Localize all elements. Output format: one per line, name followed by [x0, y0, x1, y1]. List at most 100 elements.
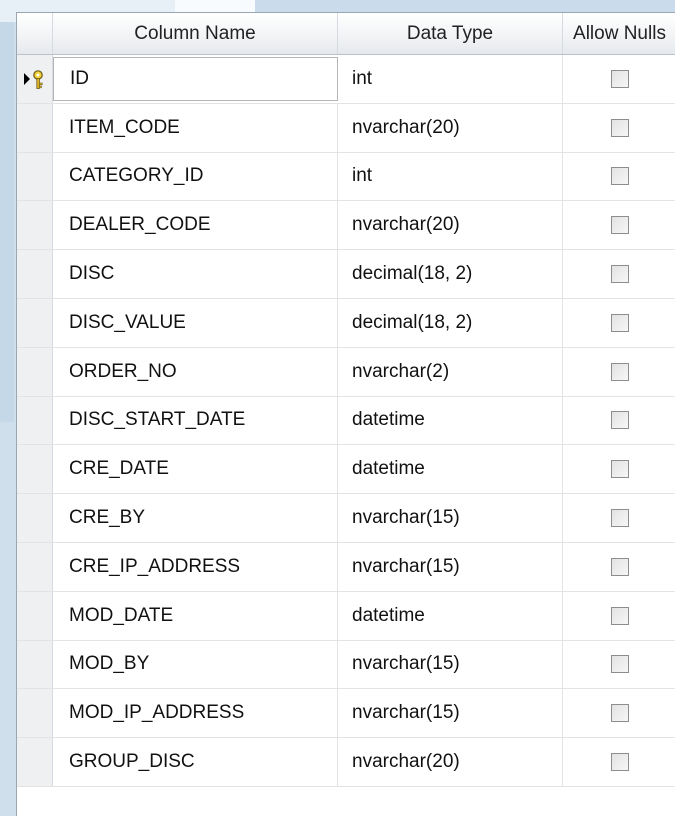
row-selector[interactable]	[17, 542, 53, 591]
allow-nulls-header[interactable]: Allow Nulls	[563, 13, 675, 54]
table-row[interactable]: DEALER_CODE nvarchar(20)	[17, 201, 675, 251]
data-type-cell[interactable]: nvarchar(2)	[338, 347, 563, 396]
table-row[interactable]: MOD_BY nvarchar(15)	[17, 640, 675, 690]
row-selector[interactable]	[17, 250, 53, 298]
column-name-cell[interactable]: ORDER_NO	[53, 347, 338, 396]
data-type-cell[interactable]: datetime	[338, 445, 563, 494]
column-name-cell[interactable]: ID	[53, 57, 338, 101]
row-selector-header[interactable]	[17, 13, 53, 54]
allow-nulls-cell	[563, 445, 675, 493]
column-name-cell[interactable]: MOD_DATE	[53, 591, 338, 640]
allow-nulls-cell	[563, 494, 675, 542]
allow-nulls-cell	[563, 201, 675, 249]
table-row[interactable]: DISC_VALUE decimal(18, 2)	[17, 298, 675, 348]
allow-nulls-checkbox[interactable]	[610, 265, 629, 284]
background-panel	[0, 22, 14, 422]
column-name-cell[interactable]: MOD_BY	[53, 640, 338, 689]
allow-nulls-checkbox[interactable]	[610, 460, 629, 479]
row-selector[interactable]	[17, 396, 53, 445]
allow-nulls-checkbox[interactable]	[610, 753, 629, 772]
data-type-cell[interactable]: nvarchar(20)	[338, 103, 563, 152]
column-name-cell[interactable]: DISC_START_DATE	[53, 396, 338, 445]
table-row[interactable]: MOD_IP_ADDRESS nvarchar(15)	[17, 689, 675, 739]
column-name-cell[interactable]: CATEGORY_ID	[53, 152, 338, 201]
table-row[interactable]: ORDER_NO nvarchar(2)	[17, 347, 675, 397]
table-row[interactable]: DISC decimal(18, 2)	[17, 250, 675, 299]
allow-nulls-checkbox[interactable]	[610, 118, 629, 137]
data-type-cell[interactable]: nvarchar(20)	[338, 201, 563, 250]
data-type-cell[interactable]: nvarchar(15)	[338, 640, 563, 689]
allow-nulls-checkbox[interactable]	[610, 69, 629, 88]
table-row[interactable]: CRE_DATE datetime	[17, 445, 675, 495]
column-name-cell[interactable]: MOD_IP_ADDRESS	[53, 689, 338, 738]
data-type-cell[interactable]: nvarchar(15)	[338, 542, 563, 591]
row-selector[interactable]	[17, 445, 53, 494]
data-type-header[interactable]: Data Type	[338, 13, 563, 54]
column-name-cell[interactable]: DISC	[53, 250, 338, 298]
primary-key-icon	[23, 68, 47, 90]
table-row[interactable]: CATEGORY_ID int	[17, 152, 675, 202]
allow-nulls-cell	[563, 55, 675, 103]
allow-nulls-cell	[563, 738, 675, 786]
column-name-cell[interactable]: DEALER_CODE	[53, 201, 338, 250]
table-row[interactable]: DISC_START_DATE datetime	[17, 396, 675, 446]
allow-nulls-checkbox[interactable]	[610, 167, 629, 186]
allow-nulls-checkbox[interactable]	[610, 606, 629, 625]
column-name-cell[interactable]: ITEM_CODE	[53, 103, 338, 152]
row-selector[interactable]	[17, 201, 53, 250]
row-selector[interactable]	[17, 494, 53, 542]
allow-nulls-cell	[563, 299, 675, 347]
column-name-cell[interactable]: GROUP_DISC	[53, 738, 338, 786]
grid-body: ID int ITEM_CODE nvarchar(20) CATEGORY_ID int…	[17, 55, 675, 787]
row-selector[interactable]	[17, 103, 53, 152]
row-selector[interactable]	[17, 689, 53, 738]
allow-nulls-checkbox[interactable]	[610, 509, 629, 528]
allow-nulls-checkbox[interactable]	[610, 313, 629, 332]
row-selector[interactable]	[17, 347, 53, 396]
data-type-cell[interactable]: datetime	[338, 591, 563, 640]
column-name-cell[interactable]: CRE_IP_ADDRESS	[53, 542, 338, 591]
column-name-cell[interactable]: CRE_BY	[53, 494, 338, 542]
row-selector[interactable]	[17, 738, 53, 786]
data-type-cell[interactable]: nvarchar(20)	[338, 738, 563, 786]
row-selector[interactable]	[17, 298, 53, 347]
allow-nulls-cell	[563, 153, 675, 201]
table-row[interactable]: GROUP_DISC nvarchar(20)	[17, 738, 675, 787]
allow-nulls-checkbox[interactable]	[610, 704, 629, 723]
data-type-cell[interactable]: int	[338, 55, 563, 103]
grid-header: Column Name Data Type Allow Nulls	[17, 13, 675, 55]
table-row[interactable]: ID int	[17, 55, 675, 104]
allow-nulls-cell	[563, 104, 675, 152]
table-row[interactable]: CRE_IP_ADDRESS nvarchar(15)	[17, 542, 675, 592]
data-type-cell[interactable]: decimal(18, 2)	[338, 250, 563, 298]
allow-nulls-cell	[563, 641, 675, 689]
data-type-cell[interactable]: decimal(18, 2)	[338, 298, 563, 347]
allow-nulls-checkbox[interactable]	[610, 411, 629, 430]
row-selector[interactable]	[17, 55, 53, 103]
column-name-cell[interactable]: DISC_VALUE	[53, 298, 338, 347]
allow-nulls-cell	[563, 250, 675, 298]
allow-nulls-cell	[563, 689, 675, 737]
allow-nulls-checkbox[interactable]	[610, 557, 629, 576]
row-selector[interactable]	[17, 152, 53, 201]
allow-nulls-checkbox[interactable]	[610, 216, 629, 235]
allow-nulls-cell	[563, 348, 675, 396]
allow-nulls-checkbox[interactable]	[610, 655, 629, 674]
table-row[interactable]: CRE_BY nvarchar(15)	[17, 494, 675, 543]
data-type-cell[interactable]: datetime	[338, 396, 563, 445]
data-type-cell[interactable]: nvarchar(15)	[338, 689, 563, 738]
allow-nulls-cell	[563, 397, 675, 445]
table-row[interactable]: ITEM_CODE nvarchar(20)	[17, 103, 675, 153]
column-name-header[interactable]: Column Name	[53, 13, 338, 54]
allow-nulls-cell	[563, 592, 675, 640]
page: Column Name Data Type Allow Nulls ID int I…	[0, 0, 675, 816]
data-type-cell[interactable]: int	[338, 152, 563, 201]
row-selector[interactable]	[17, 591, 53, 640]
column-name-cell[interactable]: CRE_DATE	[53, 445, 338, 494]
data-type-cell[interactable]: nvarchar(15)	[338, 494, 563, 542]
table-row[interactable]: MOD_DATE datetime	[17, 591, 675, 641]
row-selector[interactable]	[17, 640, 53, 689]
allow-nulls-cell	[563, 543, 675, 591]
table-designer-grid: Column Name Data Type Allow Nulls ID int I…	[16, 12, 675, 816]
allow-nulls-checkbox[interactable]	[610, 362, 629, 381]
